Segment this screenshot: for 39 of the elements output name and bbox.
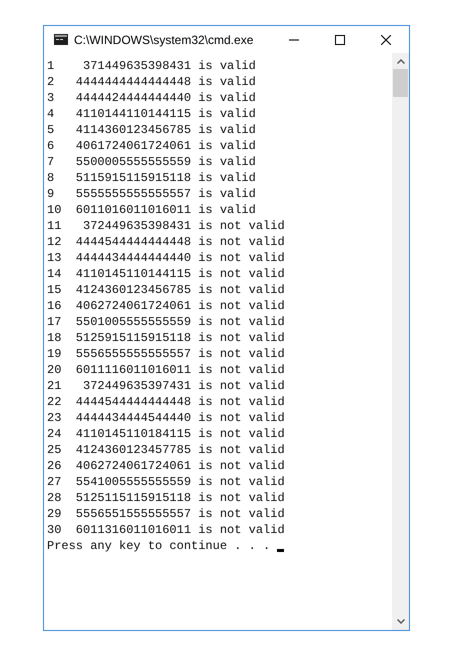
- close-icon: [381, 34, 391, 44]
- output-line: 11 372449635398431 is not valid: [47, 218, 285, 234]
- output-line: 15 4124360123456785 is not valid: [47, 282, 285, 298]
- output-line: 10 6011016011016011 is valid: [47, 202, 256, 218]
- output-line: 30 6011316011016011 is not valid: [47, 522, 285, 538]
- output-line: 20 6011116011016011 is not valid: [47, 362, 285, 378]
- output-line: 5 4114360123456785 is valid: [47, 122, 256, 138]
- output-line: 21 372449635397431 is not valid: [47, 378, 285, 394]
- scrollbar[interactable]: [392, 53, 409, 630]
- output-line: 8 5115915115915118 is valid: [47, 170, 256, 186]
- output-line: 3 4444424444444440 is valid: [47, 90, 256, 106]
- output-line: 22 4444544444444448 is not valid: [47, 394, 285, 410]
- output-line: 24 4110145110184115 is not valid: [47, 426, 285, 442]
- output-line: 12 4444544444444448 is not valid: [47, 234, 285, 250]
- terminal-icon: [54, 34, 68, 45]
- output-line: 27 5541005555555559 is not valid: [47, 474, 285, 490]
- output-line: 28 5125115115915118 is not valid: [47, 490, 285, 506]
- output-line: 16 4062724061724061 is not valid: [47, 298, 285, 314]
- scrollbar-thumb[interactable]: [393, 69, 408, 97]
- window-title: C:\WINDOWS\system32\cmd.exe: [74, 32, 254, 48]
- output-line: 17 5501005555555559 is not valid: [47, 314, 285, 330]
- output-line: 14 4110145110144115 is not valid: [47, 266, 285, 282]
- maximize-icon: [335, 34, 345, 44]
- scroll-up-icon[interactable]: [396, 59, 404, 64]
- output-line: 9 5555555555555557 is valid: [47, 186, 256, 202]
- output-line: 2 4444444444444448 is valid: [47, 74, 256, 90]
- output-line: 19 5556555555555557 is not valid: [47, 346, 285, 362]
- output-line: 25 4124360123457785 is not valid: [47, 442, 285, 458]
- output-line: 13 4444434444444440 is not valid: [47, 250, 285, 266]
- output-line: 26 4062724061724061 is not valid: [47, 458, 285, 474]
- output-line: 7 5500005555555559 is valid: [47, 154, 256, 170]
- output-line: 29 5556551555555557 is not valid: [47, 506, 285, 522]
- output-line: 23 4444434444544440 is not valid: [47, 410, 285, 426]
- scroll-down-icon[interactable]: [396, 619, 404, 624]
- prompt-line: Press any key to continue . . .: [47, 538, 272, 554]
- output-line: 6 4061724061724061 is valid: [47, 138, 256, 154]
- output-line: 1 371449635398431 is valid: [47, 58, 256, 74]
- output-line: 18 5125915115915118 is not valid: [47, 330, 285, 346]
- output-line: 4 4110144110144115 is valid: [47, 106, 256, 122]
